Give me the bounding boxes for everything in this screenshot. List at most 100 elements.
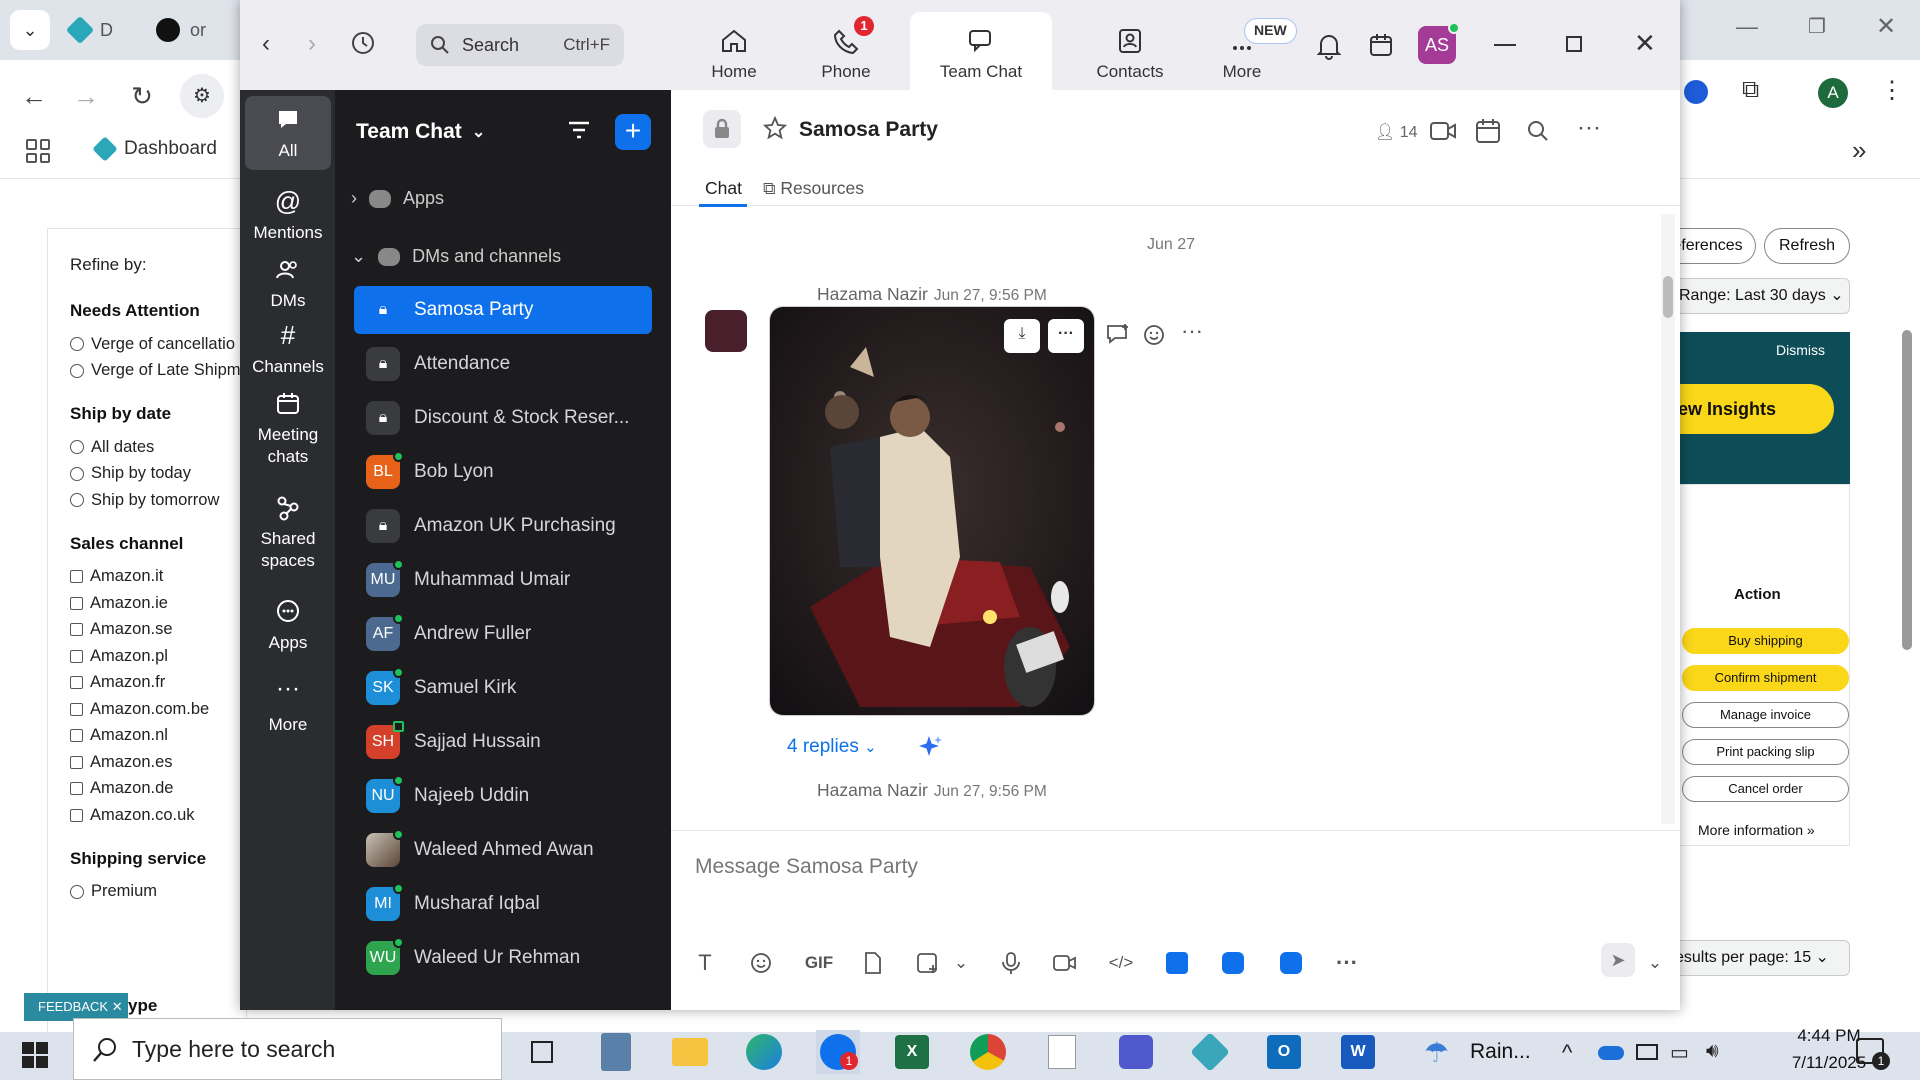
app-icon[interactable] [1219, 949, 1247, 977]
channel-discount-stock[interactable]: 🔒︎ Discount & Stock Reser... [354, 394, 652, 442]
reload-icon[interactable]: ↻ [128, 82, 156, 110]
tray-chevron-icon[interactable]: ^ [1562, 1040, 1572, 1066]
filter-option[interactable]: Amazon.co.uk [70, 802, 246, 829]
message-more-icon[interactable]: ··· [1181, 318, 1203, 344]
filter-option[interactable]: Amazon.de [70, 776, 246, 803]
chat-scrollbar[interactable] [1661, 214, 1675, 824]
checkbox[interactable] [70, 623, 83, 637]
file-explorer-icon[interactable] [668, 1030, 712, 1074]
window-close-icon[interactable]: ✕ [1634, 28, 1656, 59]
filter-option[interactable]: All dates [70, 434, 246, 461]
extensions-puzzle-icon[interactable]: ⧉ [1742, 76, 1759, 104]
dm-najeeb-uddin[interactable]: NU Najeeb Uddin [354, 772, 652, 820]
weather-text[interactable]: Rain... [1470, 1040, 1531, 1064]
gif-button[interactable]: GIF [801, 949, 837, 977]
dm-andrew-fuller[interactable]: AF Andrew Fuller [354, 610, 652, 658]
search-icon[interactable] [1527, 120, 1549, 142]
tab-chat[interactable]: Chat [705, 178, 742, 199]
filter-option[interactable]: Ship by tomorrow [70, 487, 246, 514]
manage-invoice-button[interactable]: Manage invoice [1682, 702, 1849, 728]
checkbox[interactable] [70, 729, 83, 743]
windows-start-icon[interactable] [22, 1042, 48, 1068]
checkbox[interactable] [70, 649, 83, 663]
buy-shipping-button[interactable]: Buy shipping [1682, 628, 1849, 654]
results-per-page-dropdown[interactable]: esults per page: 15 ⌄ [1674, 940, 1850, 976]
tab-more[interactable]: More NEW [1186, 12, 1298, 90]
checkbox[interactable] [70, 755, 83, 769]
weather-icon[interactable]: ☂ [1424, 1036, 1449, 1069]
channel-amazon-uk-purchasing[interactable]: 🔒︎ Amazon UK Purchasing [354, 502, 652, 550]
zoom-app-icon[interactable]: 1 [816, 1030, 860, 1074]
text-format-icon[interactable]: T [691, 949, 719, 977]
group-apps[interactable]: › Apps [351, 188, 444, 209]
back-icon[interactable]: ‹ [262, 30, 270, 58]
rail-meeting-chats[interactable]: Meeting chats [245, 390, 331, 468]
browser-tab[interactable]: or [156, 10, 206, 50]
team-chat-title[interactable]: Team Chat ⌄ [356, 120, 485, 144]
edge-icon[interactable] [742, 1030, 786, 1074]
filter-option[interactable]: Amazon.it [70, 564, 246, 591]
radio-button[interactable] [70, 466, 84, 481]
chevron-down-icon[interactable]: ⌄ [1641, 949, 1669, 977]
notification-center-icon[interactable]: 1 [1856, 1038, 1890, 1070]
rail-dms[interactable]: DMs [245, 256, 331, 312]
teams-icon[interactable] [1114, 1030, 1158, 1074]
checkbox[interactable] [70, 808, 83, 822]
forward-icon[interactable]: › [308, 30, 316, 58]
calendar-icon[interactable] [1368, 32, 1394, 58]
checkbox[interactable] [70, 702, 83, 716]
browser-close-button[interactable]: ✕ [1876, 12, 1896, 41]
filter-option[interactable]: Ship by today [70, 461, 246, 488]
history-icon[interactable] [350, 30, 376, 56]
rail-shared-spaces[interactable]: Shared spaces [245, 494, 331, 572]
chevron-down-icon[interactable]: ⌄ [947, 949, 975, 977]
checkbox[interactable] [70, 676, 83, 690]
close-icon[interactable]: ✕ [112, 999, 123, 1014]
browser-menu-icon[interactable]: ⋮ [1880, 76, 1904, 105]
dismiss-link[interactable]: Dismiss [1776, 342, 1825, 358]
browser-tab[interactable]: D [65, 10, 113, 50]
battery-icon[interactable] [1636, 1044, 1658, 1060]
file-icon[interactable] [859, 949, 887, 977]
app-icon[interactable] [1163, 949, 1191, 977]
emoji-reaction-icon[interactable] [1143, 322, 1167, 346]
emoji-icon[interactable] [747, 949, 775, 977]
send-button[interactable]: ➤ [1601, 943, 1635, 977]
filter-option[interactable]: Verge of Late Shipm [70, 358, 246, 385]
site-settings-icon[interactable]: ⚙ [180, 74, 224, 118]
window-maximize-icon[interactable] [1566, 36, 1582, 52]
rail-mentions[interactable]: @ Mentions [245, 188, 331, 244]
filter-option[interactable]: Amazon.ie [70, 590, 246, 617]
app-icon[interactable] [1277, 949, 1305, 977]
rail-more[interactable]: ··· More [245, 677, 331, 736]
tab-search-button[interactable]: ⌄ [10, 10, 50, 50]
avatar[interactable] [705, 310, 747, 352]
bookmarks-chevron-icon[interactable]: » [1852, 135, 1866, 166]
microphone-icon[interactable] [997, 949, 1025, 977]
back-icon[interactable]: ← [20, 82, 48, 110]
download-icon[interactable]: ⤓ [1004, 319, 1040, 353]
channel-samosa-party[interactable]: 🔒︎ Samosa Party [354, 286, 652, 334]
filter-option[interactable]: Amazon.com.be [70, 696, 246, 723]
more-tools-icon[interactable]: ··· [1333, 949, 1361, 977]
radio-button[interactable] [70, 337, 84, 352]
radio-button[interactable] [70, 440, 84, 455]
search-input[interactable]: Search Ctrl+F [416, 24, 624, 66]
tab-resources[interactable]: ⧉ Resources [763, 178, 864, 199]
network-icon[interactable]: ▭ [1670, 1040, 1689, 1065]
browser-restore-button[interactable]: ❐ [1808, 14, 1826, 39]
screenshot-icon[interactable] [913, 949, 941, 977]
dm-bob-lyon[interactable]: BL Bob Lyon [354, 448, 652, 496]
cancel-order-button[interactable]: Cancel order [1682, 776, 1849, 802]
radio-button[interactable] [70, 363, 84, 378]
notifications-bell-icon[interactable] [1316, 32, 1342, 60]
excel-icon[interactable]: X [890, 1030, 934, 1074]
app-diamond-icon[interactable] [1188, 1030, 1232, 1074]
checkbox[interactable] [70, 570, 83, 584]
tab-team-chat[interactable]: Team Chat [910, 12, 1052, 90]
radio-button[interactable] [70, 884, 84, 899]
task-view-icon[interactable] [520, 1030, 564, 1074]
checkbox[interactable] [70, 782, 83, 796]
filter-icon[interactable] [567, 120, 591, 142]
browser-minimize-button[interactable]: — [1736, 14, 1758, 40]
